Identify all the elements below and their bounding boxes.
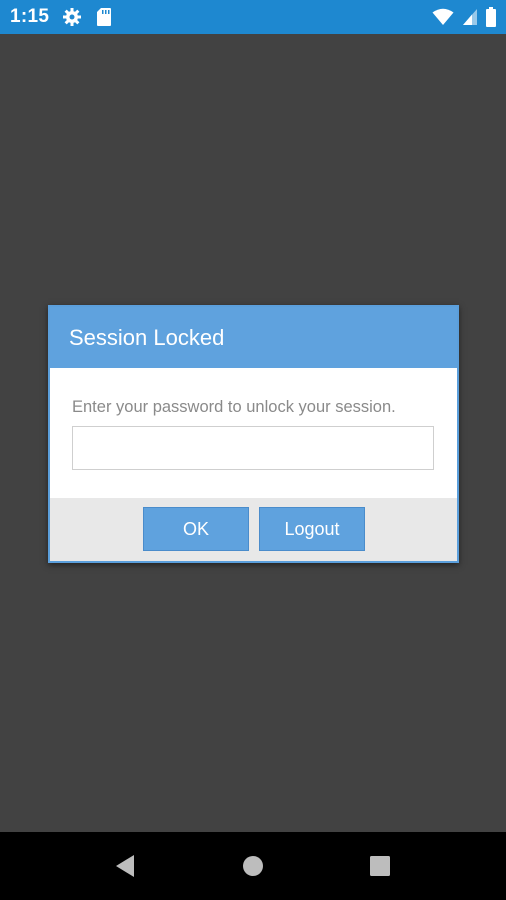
status-bar: 1:15: [0, 0, 506, 34]
dialog-footer: OK Logout: [50, 498, 457, 561]
status-left-icons: [62, 7, 112, 27]
password-input[interactable]: [72, 426, 434, 470]
wifi-icon: [432, 8, 454, 26]
home-icon[interactable]: [238, 852, 268, 880]
dialog-message: Enter your password to unlock your sessi…: [72, 398, 396, 416]
cellular-signal-icon: [462, 8, 478, 26]
ok-button[interactable]: OK: [143, 507, 249, 551]
dialog-body: Enter your password to unlock your sessi…: [50, 368, 457, 498]
status-time: 1:15: [10, 6, 50, 27]
sd-card-icon: [96, 7, 112, 27]
navigation-bar: [0, 832, 506, 900]
battery-icon: [486, 7, 496, 27]
recents-icon[interactable]: [365, 852, 395, 880]
logout-button[interactable]: Logout: [259, 507, 365, 551]
dialog-header: Session Locked: [50, 307, 457, 368]
status-right-icons: [432, 7, 496, 27]
session-locked-dialog: Session Locked Enter your password to un…: [48, 305, 459, 563]
gear-icon: [62, 7, 82, 27]
back-icon[interactable]: [110, 852, 140, 880]
dialog-title: Session Locked: [69, 324, 225, 350]
